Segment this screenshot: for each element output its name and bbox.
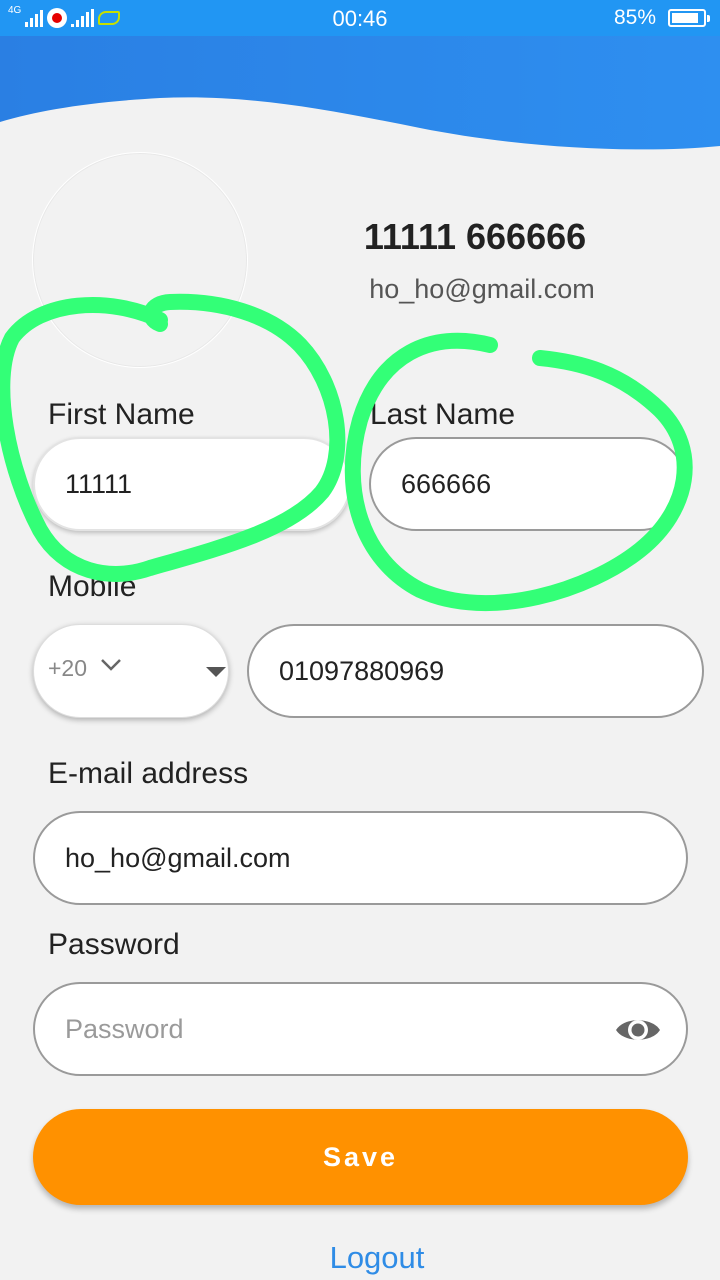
dropdown-caret-icon — [206, 667, 226, 677]
last-name-field[interactable] — [369, 437, 687, 531]
password-field[interactable] — [33, 982, 688, 1076]
first-name-input[interactable] — [65, 468, 349, 500]
avatar[interactable] — [32, 152, 248, 368]
logout-link[interactable]: Logout — [0, 1240, 720, 1276]
profile-name: 11111 666666 — [363, 216, 587, 257]
save-button[interactable]: Save — [33, 1109, 688, 1205]
email-input[interactable] — [65, 842, 686, 874]
mobile-field[interactable] — [247, 624, 704, 718]
header-wave — [0, 36, 720, 150]
country-code-value: +20 — [48, 655, 88, 681]
last-name-input[interactable] — [401, 468, 685, 500]
battery-percent: 85% — [613, 6, 656, 29]
status-right: 85% — [613, 6, 710, 30]
status-bar: 4G 00:46 85% — [0, 0, 720, 36]
mobile-label: Mobile — [48, 570, 137, 603]
country-code-dropdown[interactable]: +20 — [33, 624, 229, 718]
mobile-input[interactable] — [279, 655, 702, 687]
password-input[interactable] — [65, 1013, 585, 1045]
last-name-label: Last Name — [370, 398, 516, 431]
password-label: Password — [48, 928, 180, 961]
battery-icon — [668, 9, 710, 27]
eye-icon[interactable] — [614, 1013, 662, 1047]
profile-email: ho_ho@gmail.com — [369, 274, 595, 304]
email-field[interactable] — [33, 811, 688, 905]
first-name-field[interactable] — [33, 437, 351, 531]
status-time: 00:46 — [332, 6, 388, 31]
chevron-down-icon — [101, 659, 121, 671]
battery-level — [672, 13, 698, 23]
first-name-label: First Name — [48, 398, 195, 431]
email-label: E-mail address — [48, 757, 249, 790]
